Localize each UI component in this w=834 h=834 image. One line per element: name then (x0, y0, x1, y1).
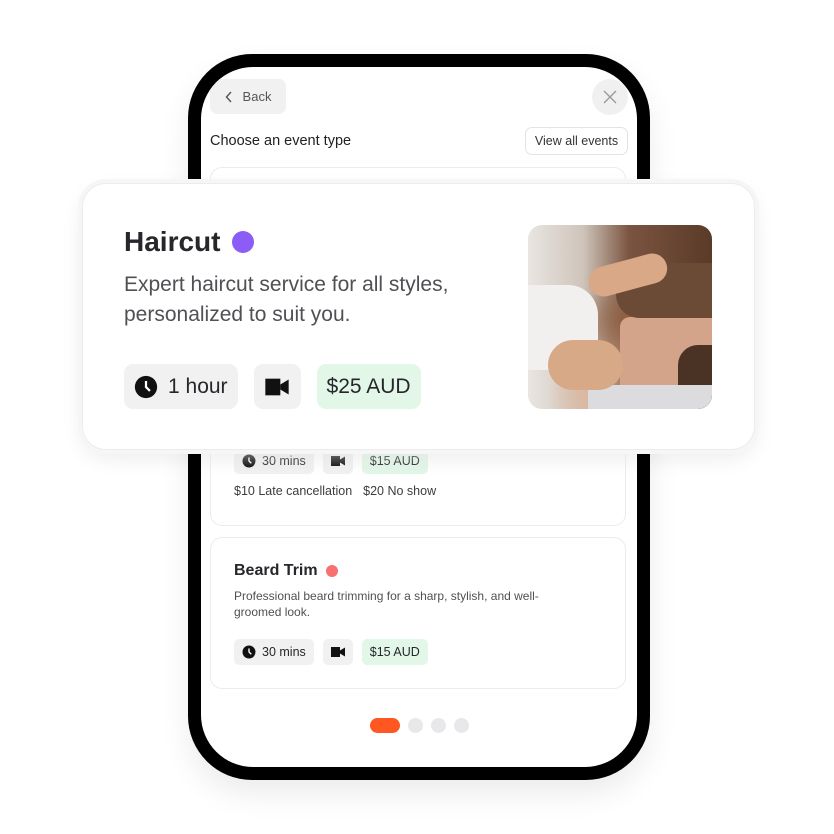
no-show-fee: $20 No show (363, 484, 437, 498)
pagination-dot[interactable] (407, 718, 423, 733)
event-color-dot (232, 231, 255, 253)
chevron-left-icon (225, 91, 233, 103)
video-camera-icon (265, 377, 289, 397)
pagination-dot[interactable] (430, 718, 446, 733)
section-title: Choose an event type (210, 133, 352, 149)
featured-event-chips: 1 hour $25 AUD (124, 364, 421, 409)
duration-label: 1 hour (168, 374, 228, 398)
event-color-dot (325, 565, 338, 577)
featured-event-description: Expert haircut service for all styles, p… (124, 273, 449, 326)
duration-chip: 30 mins (234, 639, 314, 665)
fee-info: $10 Late cancellation $20 No show (234, 484, 436, 498)
close-icon (603, 90, 617, 104)
video-camera-icon (330, 646, 345, 658)
location-chip (322, 639, 353, 665)
pagination-dot[interactable] (453, 718, 469, 733)
price-chip: $25 AUD (316, 364, 421, 409)
event-card[interactable]: Beard Trim Professional beard trimming f… (210, 537, 626, 689)
clock-icon (134, 375, 158, 399)
featured-event-title-text: Haircut (124, 226, 221, 257)
featured-event-title: Haircut (124, 226, 255, 258)
haircut-photo (528, 225, 712, 409)
duration-label: 30 mins (262, 645, 306, 659)
event-description: Professional beard trimming for a sharp,… (234, 589, 539, 619)
late-cancellation-fee: $10 Late cancellation (234, 484, 353, 498)
location-chip (253, 364, 301, 409)
clock-icon (242, 645, 256, 659)
event-title: Beard Trim (234, 562, 338, 580)
view-all-events-button[interactable]: View all events (525, 127, 628, 155)
pagination-dots (201, 718, 637, 733)
close-button[interactable] (592, 79, 628, 115)
event-title-text: Beard Trim (234, 562, 318, 579)
featured-event-card[interactable]: Haircut Expert haircut service for all s… (82, 183, 755, 450)
pagination-dot[interactable] (369, 718, 400, 733)
price-chip: $15 AUD (361, 639, 428, 665)
duration-chip: 1 hour (124, 364, 238, 409)
back-label: Back (242, 89, 272, 104)
event-chips: 30 mins $15 AUD (234, 639, 428, 665)
back-button[interactable]: Back (210, 79, 286, 114)
